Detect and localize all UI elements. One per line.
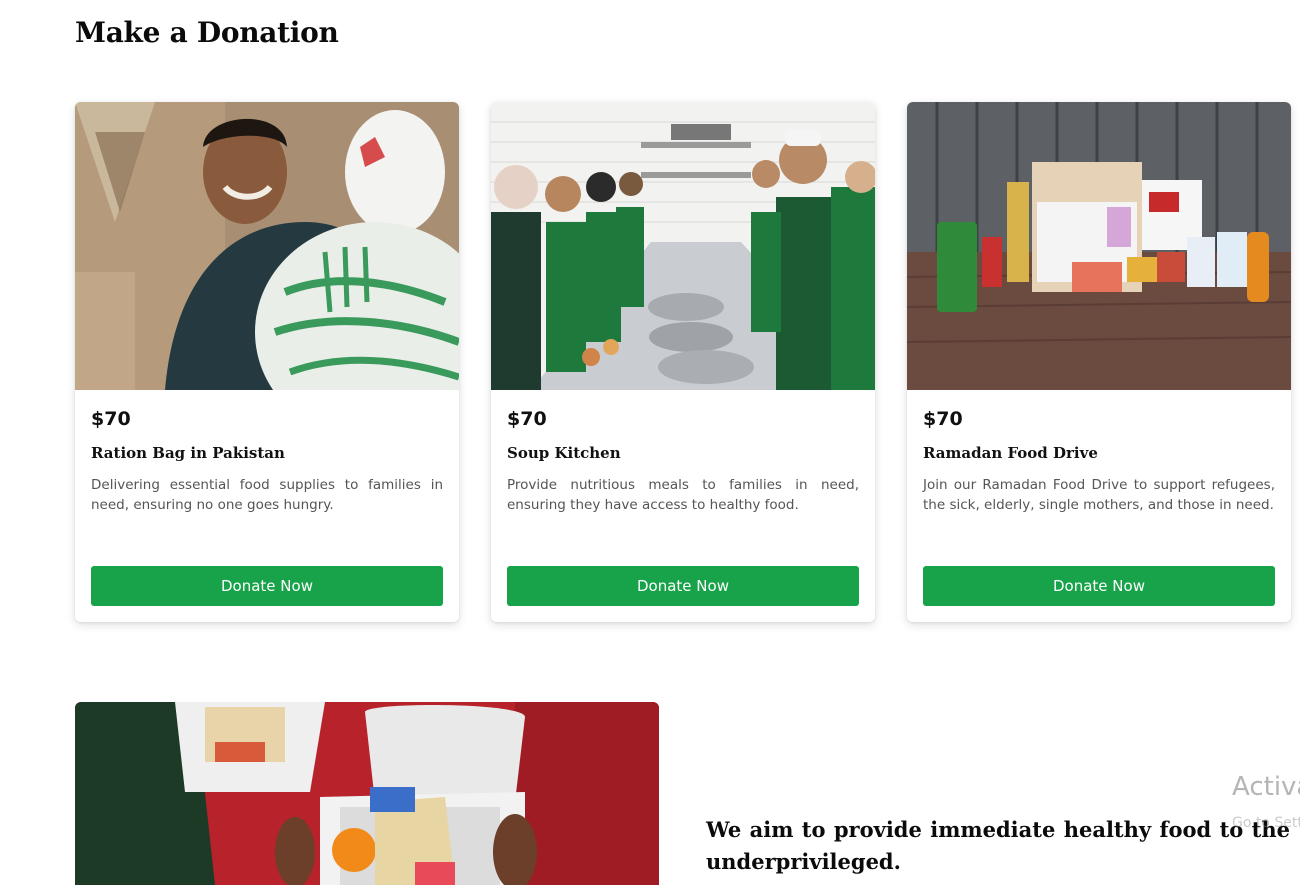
donate-now-button[interactable]: Donate Now	[923, 566, 1275, 606]
card-image	[75, 102, 459, 390]
donation-card-soup-kitchen: $70 Soup Kitchen Provide nutritious meal…	[491, 102, 875, 622]
windows-activation-subtitle: Go to Settings to activate Windows.	[1232, 815, 1300, 831]
card-title: Soup Kitchen	[507, 444, 621, 462]
card-title: Ramadan Food Drive	[923, 444, 1098, 462]
card-description: Delivering essential food supplies to fa…	[91, 477, 443, 513]
donate-now-button[interactable]: Donate Now	[91, 566, 443, 606]
card-description: Provide nutritious meals to families in …	[507, 477, 859, 513]
card-image	[491, 102, 875, 390]
card-title: Ration Bag in Pakistan	[91, 444, 285, 462]
windows-activation-watermark: Activate Windows	[1232, 772, 1300, 802]
mission-statement: We aim to provide immediate healthy food…	[706, 817, 1290, 874]
donation-card-ration-bag: $70 Ration Bag in Pakistan Delivering es…	[75, 102, 459, 622]
card-price: $70	[923, 408, 963, 430]
card-price: $70	[507, 408, 547, 430]
section-title: Make a Donation	[75, 16, 339, 49]
donate-now-button[interactable]: Donate Now	[507, 566, 859, 606]
donation-card-ramadan-food-drive: $70 Ramadan Food Drive Join our Ramadan …	[907, 102, 1291, 622]
card-image	[907, 102, 1291, 390]
card-description: Join our Ramadan Food Drive to support r…	[923, 477, 1275, 513]
card-price: $70	[91, 408, 131, 430]
meal-box-photo	[75, 702, 659, 885]
